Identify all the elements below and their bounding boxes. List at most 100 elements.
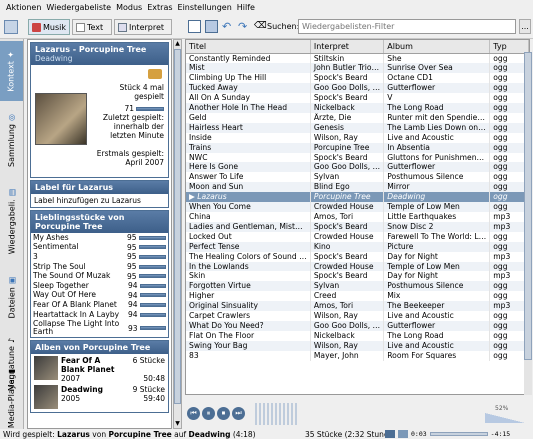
favorite-item[interactable]: 3 95 [31, 252, 168, 262]
menu-aktionen[interactable]: Aktionen [6, 3, 41, 12]
cell-album: The Long Road [383, 330, 491, 341]
playlist-row[interactable]: Trains Porcupine Tree In Absentia ogg [186, 142, 529, 153]
playlist-row[interactable]: NWC Spock's Beard Gluttons for Punishment … [186, 152, 529, 163]
sidebar-tab-kontext[interactable]: Kontext ✦ [0, 41, 23, 101]
volume-slider[interactable] [485, 413, 525, 423]
favorite-title: Sleep Together [33, 281, 89, 290]
favorite-score-bar [140, 326, 166, 331]
favorite-title: The Sound Of Muzak [33, 272, 111, 281]
playlist-row[interactable]: In the Lowlands Crowded House Temple of Lo… [186, 261, 529, 272]
playlist-row[interactable]: What Do You Need? Goo Goo Dolls, T... Gutt… [186, 320, 529, 331]
favorite-item[interactable]: The Sound Of Muzak 95 [31, 271, 168, 281]
menu-einstellungen[interactable]: Einstellungen [178, 3, 232, 12]
cell-typ: ogg [489, 53, 529, 64]
playlist-row[interactable]: Flat On The Floor Nickelback The Long Road… [186, 330, 529, 341]
album-length: 50:48 [143, 374, 165, 384]
playlist-row[interactable]: Forgotten Virtue Sylvan Posthumous Silence… [186, 281, 529, 292]
playlist-row[interactable]: Here Is Gone Goo Goo Dolls, T... Gutterflo… [186, 162, 529, 173]
analyzer[interactable] [255, 403, 297, 425]
playlist-row[interactable]: Hairless Heart Genesis The Lamb Lies Down … [186, 122, 529, 133]
playlist-scroll-thumb[interactable] [524, 52, 532, 360]
scroll-up-icon[interactable]: ▲ [174, 40, 181, 48]
album-track-count: 6 Stücke [132, 356, 165, 366]
tab-interpret[interactable]: Interpret [114, 19, 172, 35]
playlist-row[interactable]: Skin Spock's Beard Day for Night mp3 [186, 271, 529, 282]
favorite-item[interactable]: Collapse The Light Into Earth 93 [31, 319, 168, 337]
column-header-titel[interactable]: Titel [186, 40, 311, 54]
new-playlist-icon[interactable] [188, 20, 201, 33]
search-input[interactable] [298, 19, 516, 34]
playlist-row[interactable]: Constantly Reminded Stiltskin She ogg [186, 53, 529, 64]
save-icon[interactable] [205, 20, 218, 33]
cell-titel: Ladies and Gentleman, Mister ... [186, 221, 311, 232]
cell-titel: Perfect Tense [186, 241, 311, 252]
sidebar-tab-sammlung[interactable]: Sammlung ◎ [0, 105, 23, 175]
playlist-row[interactable]: Moon and Sun Blind Ego Mirror ogg [186, 182, 529, 193]
search-options-button[interactable]: ... [519, 19, 531, 34]
playlist-row[interactable]: Ladies and Gentleman, Mister ... Spock's … [186, 221, 529, 232]
album-item[interactable]: Deadwing 2005 9 Stücke 59:40 [31, 383, 168, 412]
playlist-row[interactable]: Higher Creed Mix ogg [186, 291, 529, 302]
favorite-item[interactable]: My Ashes 95 [31, 233, 168, 243]
previous-button[interactable]: ⏮ [187, 407, 200, 420]
redo-icon[interactable]: ↷ [238, 20, 251, 33]
scroll-thumb[interactable] [174, 49, 181, 404]
playlist-row[interactable]: When You Come Crowded House Temple of Low … [186, 202, 529, 212]
playlist-row[interactable]: Mist John Butler Trio, ... Sunrise Over Se… [186, 63, 529, 74]
shuffle-icon[interactable] [398, 430, 408, 438]
stop-button[interactable]: ⏹ [217, 407, 230, 420]
context-scrollbar[interactable]: ▲ ▼ [173, 39, 182, 429]
column-header-typ[interactable]: Typ [489, 40, 529, 54]
playlist-row[interactable]: Original Sinsuality Amos, Tori The Beekeep… [186, 301, 529, 312]
current-track-row[interactable]: ▶ Lazarus Porcupine Tree Deadwing ogg [186, 192, 529, 203]
playlist-row[interactable]: Geld Ärzte, Die Runter mit den Spendierhos… [186, 112, 529, 123]
playlist-row[interactable]: Tucked Away Goo Goo Dolls, T... Gutterflow… [186, 83, 529, 94]
sidebar-toggle-icon[interactable] [4, 20, 18, 34]
sidebar-tab-wiedergabelisten[interactable]: Wiedergabeli. ▤ [0, 179, 23, 264]
playlist-scrollbar[interactable] [524, 52, 532, 395]
next-button[interactable]: ⏭ [232, 407, 245, 420]
playlist-row[interactable]: Another Hole In The Head Nickelback The Lo… [186, 103, 529, 113]
menu-modus[interactable]: Modus [116, 3, 142, 12]
cell-interpret: Wilson, Ray [310, 311, 385, 321]
favorite-item[interactable]: Sleep Together 94 [31, 281, 168, 291]
playlist-row[interactable]: Perfect Tense Kino Picture ogg [186, 241, 529, 252]
playlist-row[interactable]: Carpet Crawlers Wilson, Ray Live and Acous… [186, 311, 529, 321]
pause-button[interactable]: ⏸ [202, 407, 215, 420]
album-item[interactable]: Fear Of A Blank Planet 2007 6 Stücke 50:48 [31, 354, 168, 383]
tab-text[interactable]: Text [72, 19, 112, 35]
favorite-item[interactable]: Way Out Of Here 94 [31, 291, 168, 301]
repeat-icon[interactable] [385, 430, 395, 438]
tab-musik[interactable]: Musik [28, 19, 70, 35]
favorite-item[interactable]: Heartattack In A Layby 94 [31, 310, 168, 320]
cell-album: Room For Squares [383, 350, 491, 361]
favorite-item[interactable]: Sentimental 95 [31, 243, 168, 253]
playlist-row[interactable]: Swing Your Bag Wilson, Ray Live and Acoust… [186, 340, 529, 351]
scroll-down-icon[interactable]: ▼ [174, 420, 181, 428]
cell-interpret: Kino [310, 241, 385, 252]
collection-icon: ◎ [7, 113, 16, 121]
undo-icon[interactable]: ↶ [222, 20, 235, 33]
playlist-row[interactable]: Climbing Up The Hill Spock's Beard Octane … [186, 73, 529, 84]
playlist-row[interactable]: The Healing Colors of Sound P... Spock's … [186, 251, 529, 262]
sidebar-tab-media-player[interactable]: Media-Player ▮ [0, 367, 23, 429]
favorite-score: 94 [128, 310, 138, 320]
playlist-row[interactable]: Locked Out Crowded House Farewell To The W… [186, 231, 529, 242]
playlist-row[interactable]: All On A Sunday Spock's Beard Vogg [186, 93, 529, 104]
menu-wiedergabeliste[interactable]: Wiedergabeliste [46, 3, 111, 12]
menu-hilfe[interactable]: Hilfe [237, 3, 255, 12]
position-slider[interactable] [429, 432, 488, 436]
column-header-interpret[interactable]: Interpret [310, 40, 385, 54]
add-label-link[interactable]: Label hinzufügen zu Lazarus [31, 194, 168, 207]
playlist-row[interactable]: Inside Wilson, Ray Live and Acoustic ogg [186, 132, 529, 143]
favorite-item[interactable]: Fear Of A Blank Planet 94 [31, 300, 168, 310]
sidebar-tab-dateien[interactable]: Dateien ▣ [0, 267, 23, 327]
playlist-row[interactable]: 83 Mayer, John Room For Squares ogg [186, 350, 529, 361]
clear-filter-icon[interactable]: ⌫ [254, 21, 267, 31]
album-year: 2005 [61, 394, 81, 404]
favorite-item[interactable]: Strip The Soul 95 [31, 262, 168, 272]
playlist-row[interactable]: China Amos, Tori Little Earthquakes mp3 [186, 212, 529, 222]
playlist-row[interactable]: Answer To Life Sylvan Posthumous Silence og… [186, 172, 529, 183]
column-header-album[interactable]: Album [383, 40, 491, 54]
menu-extras[interactable]: Extras [147, 3, 172, 12]
